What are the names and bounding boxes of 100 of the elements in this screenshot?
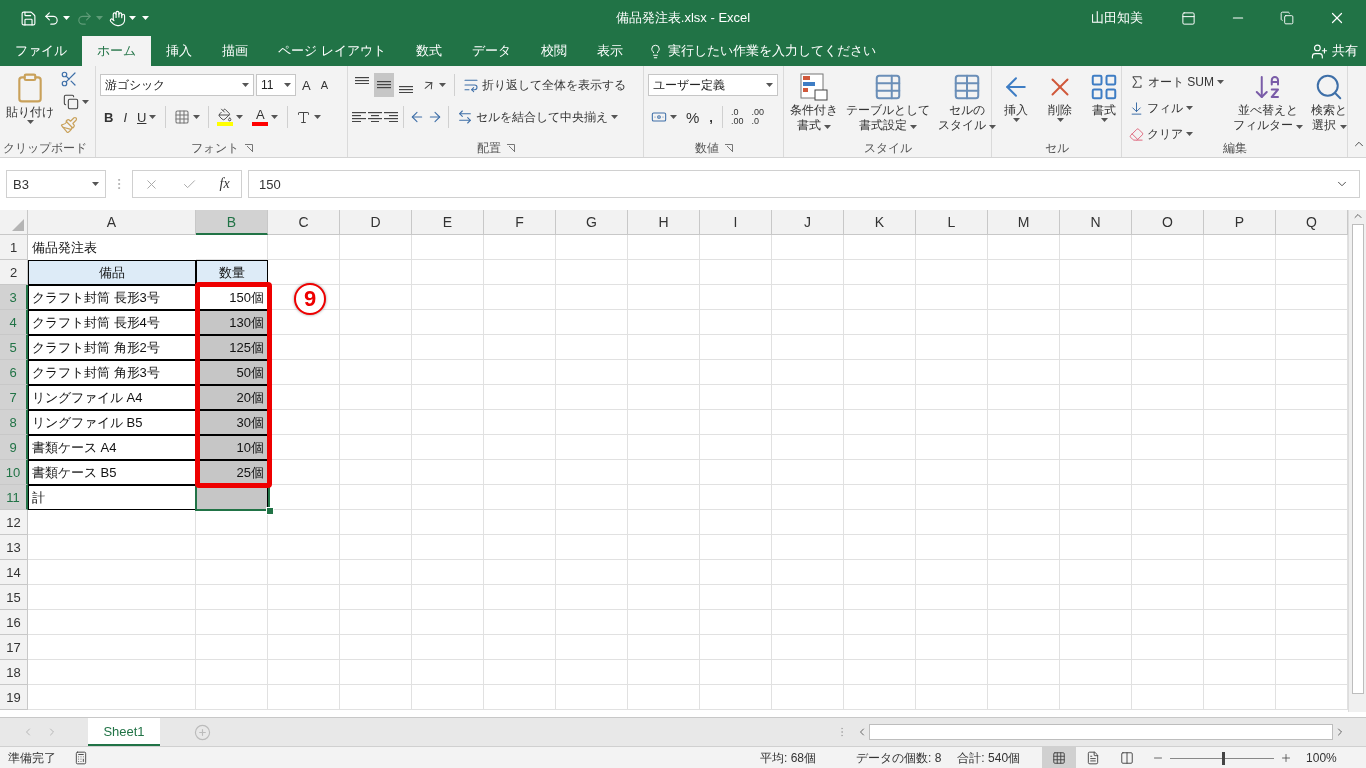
ribbon-tab[interactable]: ホーム [82, 36, 151, 66]
row-header[interactable]: 9 [0, 435, 28, 460]
ribbon-tab[interactable]: 表示 [581, 36, 638, 66]
row-header[interactable]: 4 [0, 310, 28, 335]
column-header[interactable]: O [1132, 210, 1204, 235]
group-label: セル [1044, 141, 1069, 155]
font-size-field[interactable]: 11 [256, 74, 296, 96]
column-header[interactable]: N [1060, 210, 1132, 235]
column-header[interactable]: M [988, 210, 1060, 235]
group-label: 配置 [476, 141, 501, 155]
row-header[interactable]: 2 [0, 260, 28, 285]
sort-filter-button[interactable]: 並べ替えと フィルター [1231, 70, 1306, 139]
column-header[interactable]: B [196, 210, 268, 235]
row-header[interactable]: 12 [0, 510, 28, 535]
ribbon-tab[interactable]: 描画 [207, 36, 263, 66]
row-header[interactable]: 8 [0, 410, 28, 435]
ribbon-tab[interactable]: データ [456, 36, 526, 66]
ribbon-tab[interactable]: ページ レイアウト [263, 36, 401, 66]
merge-center-button[interactable]: セルを結合して中央揃え [454, 105, 621, 129]
row-header[interactable]: 11 [0, 485, 28, 510]
shrink-font-button[interactable]: A [316, 73, 332, 97]
row-header[interactable]: 5 [0, 335, 28, 360]
table-cell: 書類ケース B5 [28, 460, 196, 485]
bold-button[interactable]: B [100, 105, 118, 129]
column-header[interactable]: H [628, 210, 700, 235]
column-header[interactable]: A [28, 210, 196, 235]
paste-button[interactable]: 貼り付け [4, 70, 56, 139]
name-box[interactable]: B3 [6, 170, 106, 198]
table-cell: 備品 [28, 260, 196, 285]
increase-decimal-button[interactable]: .0 .00 [727, 105, 747, 129]
row-header[interactable]: 13 [0, 535, 28, 560]
window-title: 備品発注表.xlsx - Excel [615, 9, 751, 27]
row-header[interactable]: 7 [0, 385, 28, 410]
column-header[interactable]: C [268, 210, 340, 235]
sheet-tab[interactable]: Sheet1 [88, 718, 160, 746]
tell-me-field[interactable]: 実行したい作業を入力してください [637, 36, 886, 66]
group-label: 数値 [694, 141, 719, 155]
ribbon-tab[interactable]: 挿入 [151, 36, 207, 66]
group-label: 編集 [1222, 141, 1247, 155]
table-cell: リングファイル A4 [28, 385, 196, 410]
row-header[interactable]: 18 [0, 660, 28, 685]
font-name-field[interactable]: 游ゴシック [100, 74, 254, 96]
column-header[interactable]: F [484, 210, 556, 235]
column-header[interactable]: Q [1276, 210, 1348, 235]
row-header[interactable]: 14 [0, 560, 28, 585]
number-format-field[interactable]: ユーザー定義 [648, 74, 778, 96]
row-header[interactable]: 6 [0, 360, 28, 385]
zoom-level: 100% [1306, 751, 1337, 765]
column-header[interactable]: K [844, 210, 916, 235]
row-header[interactable]: 15 [0, 585, 28, 610]
column-header[interactable]: G [556, 210, 628, 235]
insert-function-button[interactable]: fx [219, 176, 230, 192]
column-header[interactable]: I [700, 210, 772, 235]
group-label: スタイル [863, 141, 912, 155]
column-header[interactable]: L [916, 210, 988, 235]
ribbon-tab[interactable]: ファイル [0, 36, 82, 66]
cells-button[interactable]: 削除 [1040, 70, 1080, 139]
share-button[interactable]: 共有 [1311, 36, 1366, 66]
table-cell: 備品発注表 [28, 235, 196, 260]
status-text: 準備完了 [8, 749, 56, 767]
table-cell: クラフト封筒 角形3号 [28, 360, 196, 385]
status-stat: データの個数: 8 [856, 749, 942, 767]
table-cell: 計 [28, 485, 196, 510]
comma-button[interactable]: , [705, 105, 717, 129]
style-button[interactable]: セルの スタイル [936, 70, 999, 139]
fill-button[interactable]: フィル [1126, 96, 1227, 120]
user-name: 山田知美 [1091, 9, 1143, 27]
row-header[interactable]: 19 [0, 685, 28, 710]
style-button[interactable]: テーブルとして 書式設定 [844, 70, 932, 139]
cells-button[interactable]: 挿入 [996, 70, 1036, 139]
formula-field[interactable]: 150 [248, 170, 1360, 198]
row-header[interactable]: 16 [0, 610, 28, 635]
status-stat: 平均: 68個 [760, 749, 816, 767]
row-header[interactable]: 3 [0, 285, 28, 310]
decrease-decimal-button[interactable]: .00 .0 [748, 105, 767, 129]
table-cell: リングファイル B5 [28, 410, 196, 435]
table-cell: 書類ケース A4 [28, 435, 196, 460]
group-label: フォント [190, 141, 239, 155]
style-button[interactable]: 条件付き 書式 [788, 70, 840, 139]
wrap-text-button[interactable]: 折り返して全体を表示する [460, 73, 629, 97]
font-color-button[interactable]: A [248, 105, 283, 129]
autosum-button[interactable]: オート SUM [1126, 70, 1227, 94]
row-header[interactable]: 17 [0, 635, 28, 660]
table-cell: クラフト封筒 長形3号 [28, 285, 196, 310]
column-header[interactable]: E [412, 210, 484, 235]
underline-button[interactable]: U [133, 105, 161, 129]
cells-button[interactable]: 書式 [1084, 70, 1124, 139]
ribbon-tab[interactable]: 校閲 [525, 36, 582, 66]
group-label: クリップボード [2, 141, 87, 155]
grow-font-button[interactable]: A [298, 73, 315, 97]
percent-button[interactable]: % [682, 105, 704, 129]
ribbon-tab[interactable]: 数式 [400, 36, 457, 66]
row-header[interactable]: 1 [0, 235, 28, 260]
column-header[interactable]: P [1204, 210, 1276, 235]
row-header[interactable]: 10 [0, 460, 28, 485]
find-select-button[interactable]: 検索と 選択 [1309, 70, 1350, 139]
table-cell: クラフト封筒 長形4号 [28, 310, 196, 335]
column-header[interactable]: J [772, 210, 844, 235]
italic-button[interactable]: I [119, 105, 131, 129]
column-header[interactable]: D [340, 210, 412, 235]
